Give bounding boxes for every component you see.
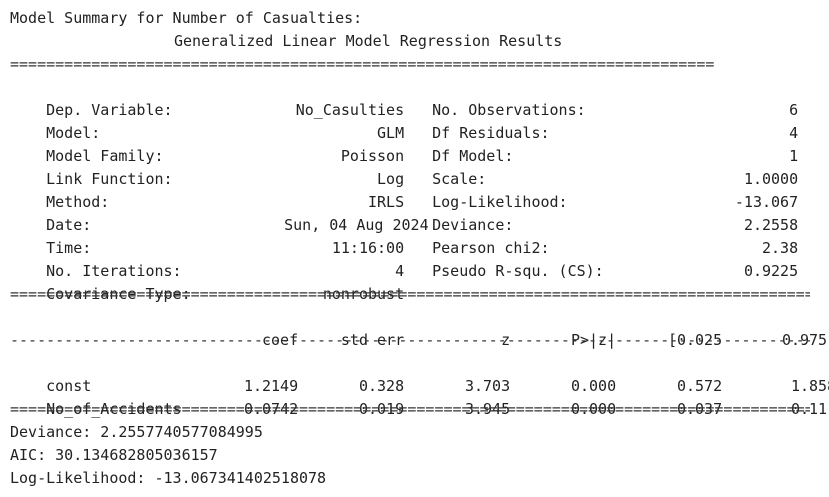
double-separator-bottom: ========================================…: [10, 400, 810, 418]
model-info-row: Model Family: Poisson Df Model: 1: [10, 122, 798, 165]
footer-aic: AIC: 30.134682805036157: [10, 446, 218, 464]
model-info-row: Model: GLM Df Residuals: 4: [10, 99, 798, 142]
footer-deviance: Deviance: 2.2557740577084995: [10, 423, 263, 441]
model-info-row: Dep. Variable: No_Casulties No. Observatio…: [10, 76, 798, 119]
model-info-row: Covariance Type: nonrobust: [10, 260, 404, 303]
info-value: 0.9225: [743, 262, 799, 280]
model-info-row: Method: IRLS Log-Likelihood: -13.067: [10, 168, 798, 211]
results-title: Generalized Linear Model Regression Resu…: [174, 32, 563, 50]
double-separator-top: ========================================…: [10, 55, 715, 73]
summary-heading: Model Summary for Number of Casualties:: [10, 9, 363, 27]
model-info-row: No. Iterations: 4 Pseudo R-squ. (CS): 0.922…: [10, 237, 798, 280]
double-separator-mid: ========================================…: [10, 285, 810, 303]
coef-row: No_of_Accidents 0.0742 0.019 3.945 0.000 0.03…: [10, 375, 829, 418]
coef-header-row: coefstd errzP>|z|[0.0250.975]: [10, 306, 829, 349]
model-info-row: Date: Sun, 04 Aug 2024 Deviance: 2.2558: [10, 191, 798, 234]
model-summary-output: Model Summary for Number of Casualties: …: [0, 0, 829, 497]
model-info-row: Link Function: Log Scale: 1.0000: [10, 145, 798, 188]
footer-log-likelihood: Log-Likelihood: -13.067341402518078: [10, 469, 327, 487]
coef-row: const1.21490.3283.7030.0000.5721.858: [10, 352, 829, 395]
single-separator: ----------------------------------------…: [10, 331, 810, 349]
model-info-row: Time: 11:16:00 Pearson chi2: 2.38: [10, 214, 798, 257]
info-label: Pseudo R-squ. (CS):: [432, 262, 604, 280]
